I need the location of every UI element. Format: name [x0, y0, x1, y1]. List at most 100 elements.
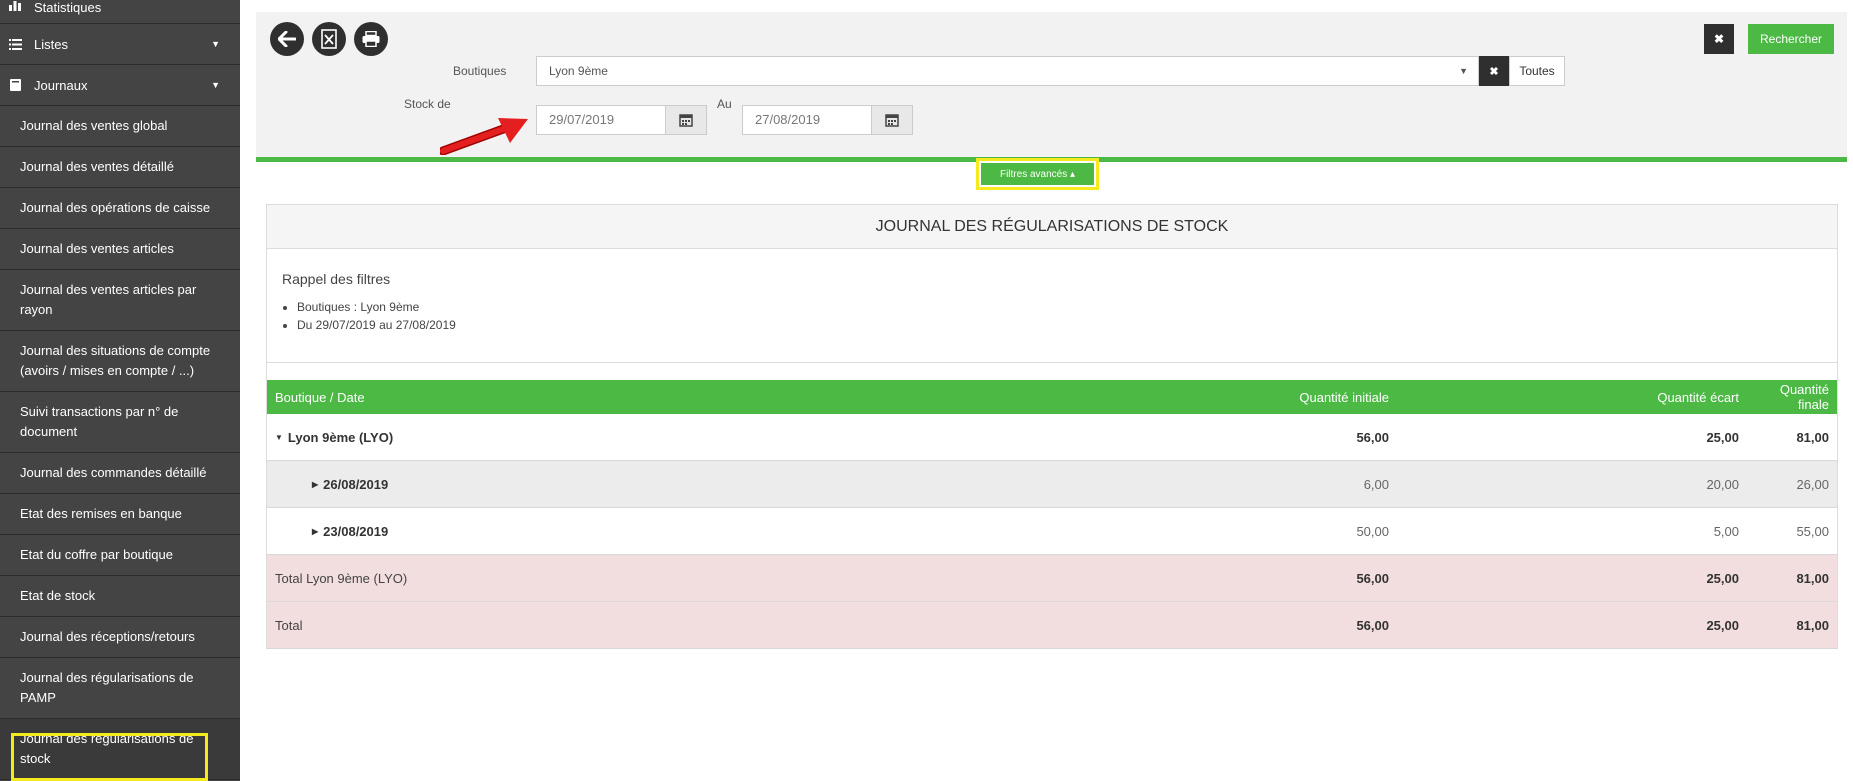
caret-right-icon[interactable]: ▶: [312, 527, 318, 536]
cell-qte-initiale: 56,00: [1356, 617, 1389, 633]
report-panel: JOURNAL DES RÉGULARISATIONS DE STOCK Rap…: [266, 204, 1838, 649]
cell-qte-initiale: 6,00: [1363, 476, 1389, 492]
bar-chart-icon: [8, 0, 22, 11]
date-to-input[interactable]: 27/08/2019: [742, 105, 872, 135]
sidebar-item-label: Etat des remises en banque: [20, 506, 182, 521]
sidebar-item-journal-ventes-articles[interactable]: Journal des ventes articles: [0, 229, 240, 270]
arrow-left-icon: [278, 31, 296, 47]
row-label: Total: [275, 617, 303, 633]
cell-qte-ecart: 25,00: [1706, 570, 1739, 586]
calendar-icon: [885, 114, 899, 127]
toutes-label: Toutes: [1519, 64, 1555, 78]
cell-qte-initiale: 56,00: [1356, 570, 1389, 586]
sidebar-item-journaux[interactable]: Journaux ▼: [0, 65, 240, 106]
col-header-boutique-date[interactable]: Boutique / Date: [267, 390, 987, 405]
row-label: Lyon 9ème (LYO): [287, 429, 394, 445]
table-header: Boutique / Date Quantité initiale Quanti…: [267, 380, 1837, 414]
print-button[interactable]: [354, 22, 388, 56]
report-title: JOURNAL DES RÉGULARISATIONS DE STOCK: [267, 205, 1837, 249]
sidebar-item-etat-remises-banque[interactable]: Etat des remises en banque: [0, 494, 240, 535]
cell-qte-finale: 55,00: [1796, 523, 1829, 539]
cell-qte-ecart: 20,00: [1706, 476, 1739, 492]
search-label: Rechercher: [1759, 32, 1823, 46]
date-from-input[interactable]: 29/07/2019: [536, 105, 666, 135]
sidebar-item-label: Journal des ventes global: [20, 118, 168, 133]
sidebar-item-label: Journal des ventes articles par rayon: [20, 282, 197, 317]
close-icon: ✖: [1713, 32, 1725, 46]
sidebar-item-label: Journaux: [34, 77, 88, 93]
calendar-icon: [679, 114, 693, 127]
table-row[interactable]: ▼ Lyon 9ème (LYO) 56,00 25,00 81,00: [267, 414, 1837, 461]
printer-icon: [362, 31, 380, 47]
date-to-calendar-button[interactable]: [871, 105, 913, 135]
sidebar-item-journal-regularisations-stock[interactable]: Journal des régularisations de stock: [0, 719, 240, 780]
excel-file-icon: [321, 29, 337, 49]
table-row-total-boutique: Total Lyon 9ème (LYO) 56,00 25,00 81,00: [267, 555, 1837, 602]
sidebar: Statistiques Listes ▼ Journaux ▼ Journal…: [0, 0, 240, 781]
sidebar-item-label: Journal des ventes articles: [20, 241, 174, 256]
date-from-calendar-button[interactable]: [665, 105, 707, 135]
sidebar-item-journal-regularisations-pamp[interactable]: Journal des régularisations de PAMP: [0, 658, 240, 719]
advanced-filters-toggle[interactable]: Filtres avancés ▴: [981, 163, 1094, 185]
row-label: Total Lyon 9ème (LYO): [275, 570, 408, 586]
table-row-total: Total 56,00 25,00 81,00: [267, 602, 1837, 649]
sidebar-item-journal-ventes-articles-rayon[interactable]: Journal des ventes articles par rayon: [0, 270, 240, 331]
col-header-qte-initiale[interactable]: Quantité initiale: [987, 390, 1397, 405]
close-icon: ✖: [1489, 65, 1499, 78]
back-button[interactable]: [270, 22, 304, 56]
cell-qte-finale: 81,00: [1796, 617, 1829, 633]
sidebar-item-label: Suivi transactions par n° de document: [20, 404, 179, 439]
table-row[interactable]: ▶ 23/08/2019 50,00 5,00 55,00: [267, 508, 1837, 555]
cell-qte-initiale: 56,00: [1356, 429, 1389, 445]
sidebar-item-suivi-transactions[interactable]: Suivi transactions par n° de document: [0, 392, 240, 453]
row-label: 23/08/2019: [323, 523, 389, 539]
sidebar-item-journal-operations-caisse[interactable]: Journal des opérations de caisse: [0, 188, 240, 229]
sidebar-item-journal-receptions-retours[interactable]: Journal des réceptions/retours: [0, 617, 240, 658]
cell-qte-ecart: 5,00: [1713, 523, 1739, 539]
sidebar-item-label: Journal des réceptions/retours: [20, 629, 195, 644]
row-label: 26/08/2019: [323, 476, 389, 492]
highlight-box: Filtres avancés ▴: [976, 158, 1099, 190]
sidebar-item-etat-stock[interactable]: Etat de stock: [0, 576, 240, 617]
sidebar-item-label: Journal des régularisations de stock: [20, 731, 194, 766]
list-icon: [8, 38, 22, 50]
reset-button[interactable]: ✖: [1704, 24, 1734, 54]
boutiques-label: Boutiques: [453, 64, 507, 78]
sidebar-item-journal-ventes-detaille[interactable]: Journal des ventes détaillé: [0, 147, 240, 188]
sidebar-item-listes[interactable]: Listes ▼: [0, 24, 240, 65]
sidebar-item-statistiques[interactable]: Statistiques: [0, 0, 240, 24]
boutiques-value: Lyon 9ème: [549, 64, 608, 78]
sidebar-item-label: Journal des opérations de caisse: [20, 200, 211, 215]
report-table: Boutique / Date Quantité initiale Quanti…: [267, 380, 1837, 649]
sidebar-item-label: Journal des régularisations de PAMP: [20, 670, 194, 705]
caret-right-icon[interactable]: ▶: [312, 480, 318, 489]
sidebar-item-journal-commandes-detaille[interactable]: Journal des commandes détaillé: [0, 453, 240, 494]
excel-export-button[interactable]: [312, 22, 346, 56]
stock-de-label: Stock de: [404, 97, 451, 111]
sidebar-item-label: Statistiques: [34, 0, 102, 15]
au-label: Au: [717, 97, 732, 111]
recap-title: Rappel des filtres: [282, 271, 391, 287]
sidebar-item-label: Journal des ventes détaillé: [20, 159, 174, 174]
caret-down-icon: ▼: [1459, 66, 1468, 76]
sidebar-item-label: Etat de stock: [20, 588, 96, 603]
filters-recap: Rappel des filtres Boutiques : Lyon 9ème…: [267, 249, 1837, 363]
recap-item: Du 29/07/2019 au 27/08/2019: [297, 316, 1822, 334]
col-header-qte-finale[interactable]: Quantité finale: [1747, 382, 1837, 412]
red-arrow-annotation: [440, 118, 528, 155]
table-row[interactable]: ▶ 26/08/2019 6,00 20,00 26,00: [267, 461, 1837, 508]
caret-down-icon[interactable]: ▼: [275, 433, 283, 442]
cell-qte-finale: 26,00: [1796, 476, 1829, 492]
toutes-button[interactable]: Toutes: [1509, 56, 1565, 86]
search-button[interactable]: Rechercher: [1748, 24, 1834, 54]
cell-qte-ecart: 25,00: [1706, 617, 1739, 633]
col-header-qte-ecart[interactable]: Quantité écart: [1397, 390, 1747, 405]
sidebar-item-etat-coffre[interactable]: Etat du coffre par boutique: [0, 535, 240, 576]
sidebar-item-label: Etat du coffre par boutique: [20, 547, 173, 562]
boutiques-select[interactable]: Lyon 9ème ▼: [536, 56, 1479, 86]
sidebar-item-journal-ventes-global[interactable]: Journal des ventes global: [0, 106, 240, 147]
cell-qte-finale: 81,00: [1796, 429, 1829, 445]
cell-qte-initiale: 50,00: [1356, 523, 1389, 539]
sidebar-item-journal-situations-compte[interactable]: Journal des situations de compte (avoirs…: [0, 331, 240, 392]
clear-boutiques-button[interactable]: ✖: [1479, 56, 1509, 86]
